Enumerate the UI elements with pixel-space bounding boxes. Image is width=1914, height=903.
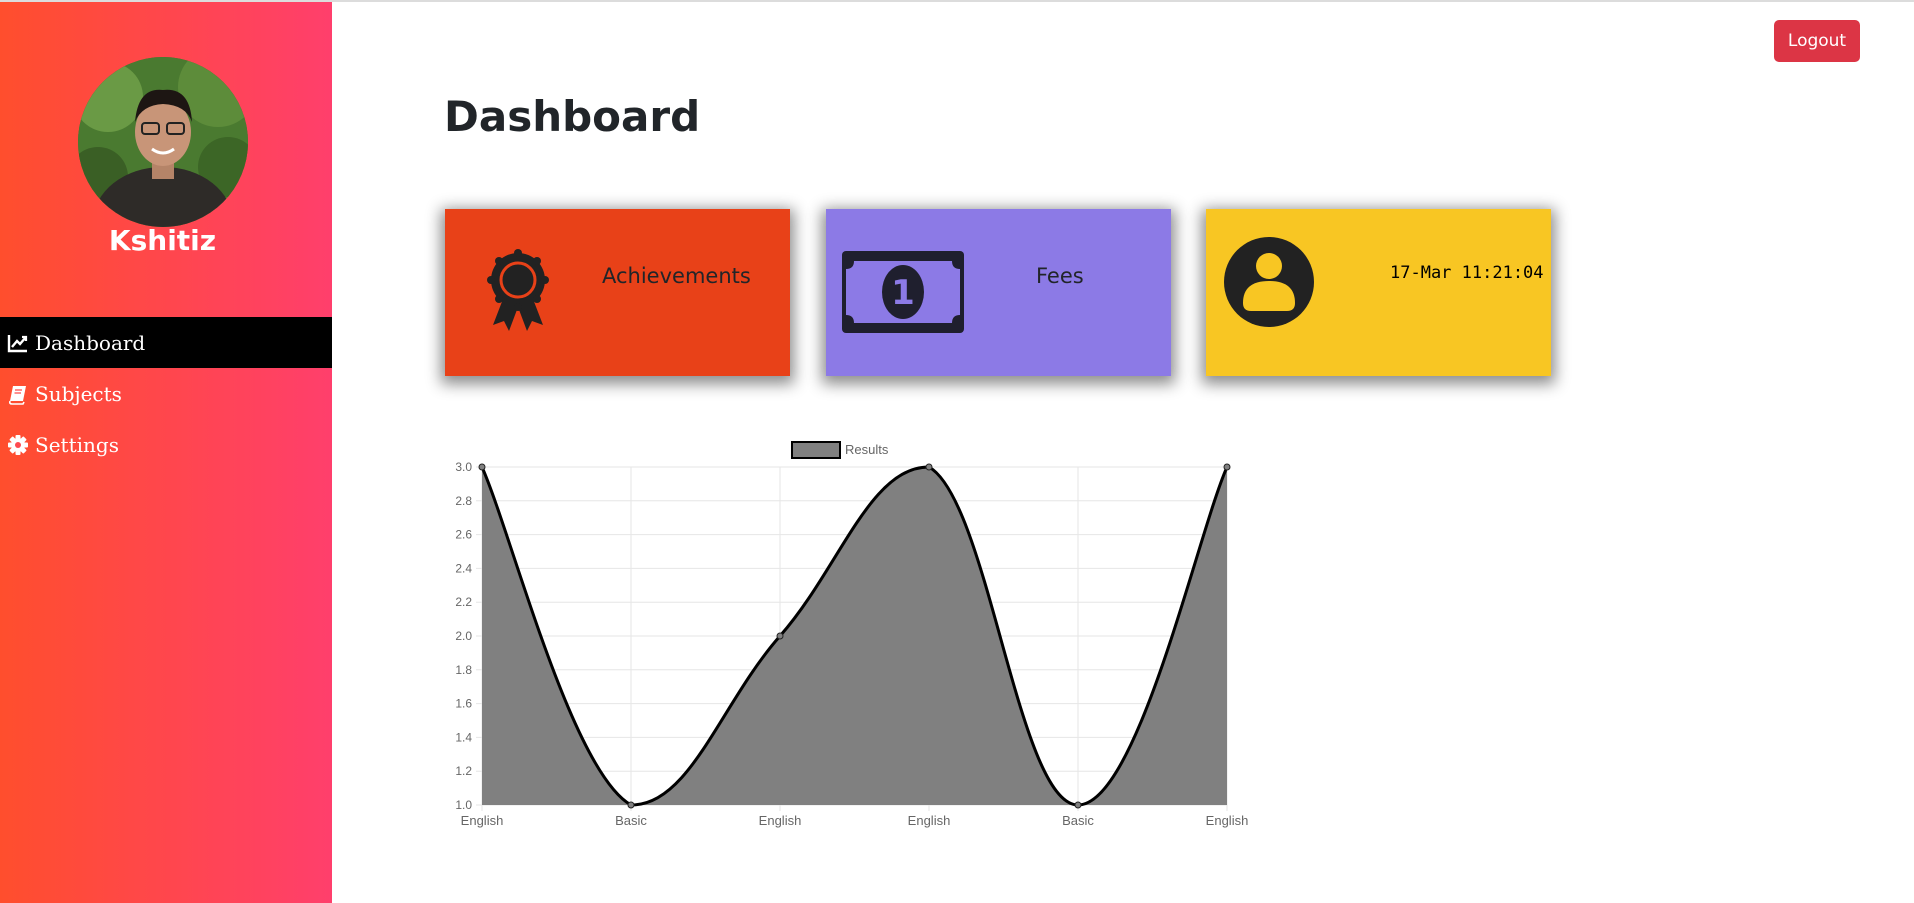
sidebar-item-settings[interactable]: Settings [0,419,332,470]
sidebar-item-label: Dashboard [35,330,146,355]
y-axis-ticks: 3.0 2.8 2.6 2.4 2.2 2.0 1.8 1.6 1.4 1.2 1.0 [455,460,472,812]
page-title: Dashboard [444,92,701,141]
y-tick-label: 2.8 [455,494,472,508]
logout-button[interactable]: Logout [1774,20,1860,62]
y-tick-label: 1.4 [455,730,472,744]
data-point [478,463,486,471]
book-icon [7,383,29,405]
y-tick-label: 1.8 [455,663,472,677]
award-ribbon-icon [487,249,549,335]
chart-legend: Results [791,441,889,459]
data-point [1223,463,1231,471]
x-tick-label: English [759,813,802,828]
y-tick-label: 2.4 [455,561,472,575]
x-axis-ticks: English Basic English English Basic English [461,813,1249,828]
fees-card[interactable]: 1 Fees [826,209,1171,376]
sidebar: Kshitiz Dashboard Subjects Settings [0,2,332,903]
line-chart-icon [7,332,29,354]
x-tick-label: English [908,813,951,828]
money-bill-icon: 1 [842,251,964,337]
gear-icon [7,434,29,456]
x-tick-label: Basic [1062,813,1094,828]
avatar [78,57,248,227]
datetime-card[interactable]: 17-Mar 11:21:04 [1206,209,1551,376]
datetime-label: 17-Mar 11:21:04 [1390,263,1544,283]
user-circle-icon [1224,237,1314,331]
y-tick-label: 3.0 [455,460,472,474]
y-tick-label: 1.2 [455,764,472,778]
user-name: Kshitiz [108,224,217,257]
results-chart: 3.0 2.8 2.6 2.4 2.2 2.0 1.8 1.6 1.4 1.2 1.0 Englis… [455,441,1249,828]
y-tick-label: 2.0 [455,629,472,643]
x-tick-label: Basic [615,813,647,828]
y-tick-label: 1.6 [455,697,472,711]
svg-text:1: 1 [891,273,915,313]
x-tick-label: English [1206,813,1249,828]
sidebar-item-label: Settings [35,432,119,457]
achievements-card[interactable]: Achievements [445,209,790,376]
y-tick-label: 2.2 [455,595,472,609]
legend-label: Results [845,442,889,457]
sidebar-item-dashboard[interactable]: Dashboard [0,317,332,368]
card-label: Achievements [602,264,751,288]
sidebar-item-label: Subjects [35,381,122,406]
sidebar-item-subjects[interactable]: Subjects [0,368,332,419]
legend-swatch [791,441,841,459]
y-tick-label: 2.6 [455,528,472,542]
data-point [627,801,635,809]
x-tick-label: English [461,813,504,828]
data-point [925,463,933,471]
data-point [776,632,784,640]
y-tick-label: 1.0 [455,798,472,812]
card-label: Fees [1036,264,1084,288]
data-point [1074,801,1082,809]
